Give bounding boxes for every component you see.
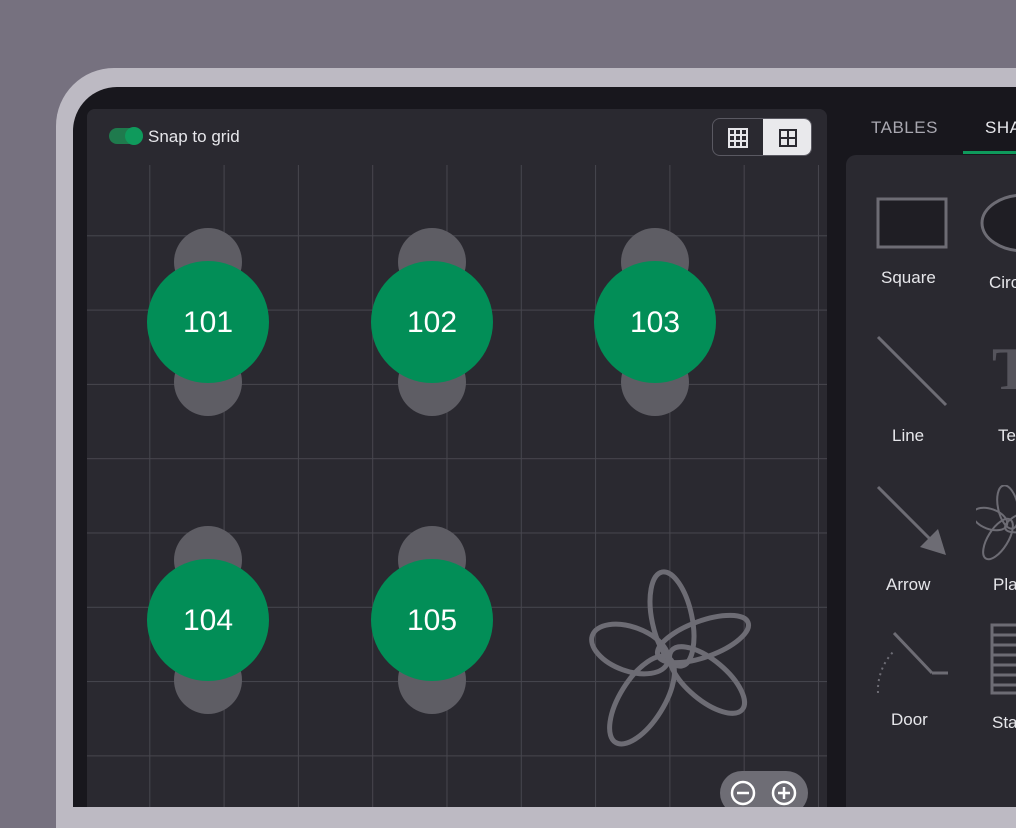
floor-plan-grid[interactable]: 101 102 103 104 105: [87, 165, 827, 807]
shape-label: Square: [881, 268, 936, 287]
shape-plant[interactable]: Pla: [976, 465, 1016, 615]
shape-label: Sta: [992, 713, 1016, 732]
zoom-controls: [720, 771, 808, 807]
coarse-grid-icon: [779, 129, 797, 147]
table-number: 103: [630, 306, 680, 339]
shape-circle[interactable]: Circ: [976, 155, 1016, 305]
arrow-icon: [876, 485, 946, 555]
grid-size-toggle: [712, 118, 812, 156]
shapes-panel: Square Circ Line T Te Arrow Pla Door Sta: [846, 155, 1016, 807]
coarse-grid-button[interactable]: [763, 119, 811, 155]
app-screen: Snap to grid 101 102 103 104 105 TABLES …: [73, 87, 1016, 807]
shape-label: Pla: [993, 575, 1016, 594]
canvas-toolbar: Snap to grid: [87, 109, 827, 165]
square-icon: [876, 197, 948, 249]
shape-door[interactable]: Door: [846, 615, 948, 765]
door-icon: [876, 631, 948, 694]
svg-text:T: T: [992, 337, 1016, 397]
shape-line[interactable]: Line: [846, 315, 948, 465]
floor-plan-canvas-panel: Snap to grid 101 102 103 104 105: [87, 109, 827, 807]
shape-text[interactable]: T Te: [976, 315, 1016, 465]
snap-to-grid-toggle[interactable]: [109, 127, 143, 145]
toggle-knob: [125, 127, 143, 145]
table-103[interactable]: 103: [594, 228, 716, 416]
shape-label: Line: [892, 426, 925, 445]
shape-square[interactable]: Square: [846, 155, 948, 305]
tab-shapes[interactable]: SHA: [985, 118, 1016, 138]
tab-tables[interactable]: TABLES: [871, 118, 938, 138]
active-tab-indicator: [963, 151, 1016, 154]
stairs-icon: [990, 623, 1016, 695]
zoom-in-icon: [771, 780, 797, 806]
circle-icon: [980, 194, 1016, 252]
plant-icon[interactable]: [585, 568, 755, 754]
table-101[interactable]: 101: [147, 228, 269, 416]
table-number: 104: [183, 604, 233, 637]
line-icon: [876, 335, 948, 407]
shape-label: Door: [891, 710, 928, 729]
table-105[interactable]: 105: [371, 526, 493, 714]
sidebar-tabs: TABLES SHA: [845, 87, 1016, 155]
table-104[interactable]: 104: [147, 526, 269, 714]
table-number: 105: [407, 604, 457, 637]
fine-grid-button[interactable]: [713, 119, 763, 155]
plant-icon: [976, 485, 1016, 561]
zoom-in-button[interactable]: [771, 780, 797, 806]
zoom-out-button[interactable]: [730, 780, 756, 806]
shape-label: Arrow: [886, 575, 931, 594]
table-number: 102: [407, 306, 457, 339]
fine-grid-icon: [728, 128, 748, 148]
shape-arrow[interactable]: Arrow: [846, 465, 946, 615]
shape-label: Circ: [989, 273, 1016, 292]
zoom-out-icon: [730, 780, 756, 806]
snap-to-grid-label: Snap to grid: [148, 127, 240, 146]
table-102[interactable]: 102: [371, 228, 493, 416]
shape-stairs[interactable]: Sta: [976, 615, 1016, 765]
shape-label: Te: [998, 426, 1016, 445]
table-number: 101: [183, 306, 233, 339]
text-icon: T: [992, 337, 1016, 397]
